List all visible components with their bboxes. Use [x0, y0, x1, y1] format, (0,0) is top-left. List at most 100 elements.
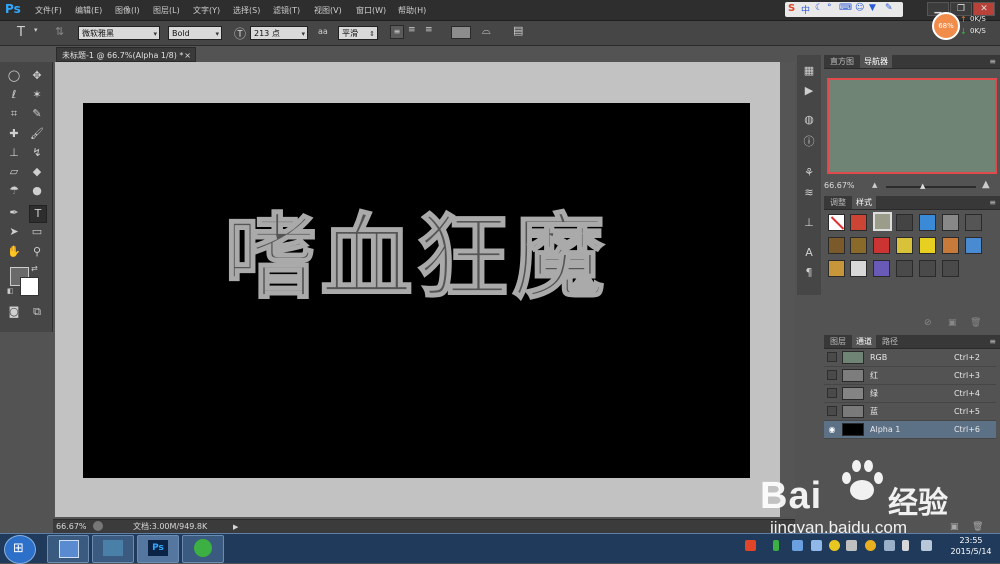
channel-row-blue[interactable]: 蓝 Ctrl+5 [824, 403, 996, 421]
display-tray-icon[interactable] [921, 540, 932, 551]
menu-image[interactable]: 图像(I) [115, 5, 140, 16]
eye-icon[interactable]: ◉ [827, 424, 837, 434]
style-swatch[interactable] [850, 237, 867, 254]
document-canvas[interactable]: 嗜血狂魔 [83, 103, 750, 478]
font-family-select[interactable]: 微软雅黑 ▾ [78, 26, 160, 40]
visibility-toggle[interactable] [827, 406, 837, 416]
tray-icon[interactable] [846, 540, 857, 551]
clone-source-icon[interactable]: ⊥ [801, 215, 817, 231]
blur-tool-icon[interactable]: ☂ [6, 183, 22, 199]
style-swatch[interactable] [850, 260, 867, 277]
eraser-tool-icon[interactable]: ▱ [6, 164, 22, 180]
info-panel-icon[interactable]: ⓘ [801, 134, 817, 150]
hand-tool-icon[interactable]: ✋ [6, 244, 22, 260]
tray-icon[interactable] [884, 540, 895, 551]
zoom-tool-icon[interactable]: ⚲ [29, 244, 45, 260]
style-swatch[interactable] [828, 260, 845, 277]
style-swatch[interactable] [965, 237, 982, 254]
type-tool-preset-icon[interactable]: T [17, 25, 25, 40]
style-swatch-selected[interactable] [873, 212, 892, 231]
align-right-icon[interactable]: ≡ [425, 25, 433, 35]
warp-text-icon[interactable]: ⌓ [482, 24, 491, 38]
pen-tool-icon[interactable]: ✒ [6, 205, 22, 221]
style-swatch-none[interactable] [828, 214, 845, 231]
default-colors-icon[interactable]: ◧ [7, 287, 14, 295]
magic-wand-tool-icon[interactable]: ✶ [29, 87, 45, 103]
style-swatch[interactable] [919, 237, 936, 254]
tab-navigator[interactable]: 导航器 [860, 55, 892, 68]
style-swatch[interactable] [942, 260, 959, 277]
punctuation-icon[interactable]: ° [827, 3, 832, 13]
panel-menu-icon[interactable]: ≡ [985, 196, 1000, 209]
status-info-icon[interactable] [93, 521, 103, 531]
menu-edit[interactable]: 编辑(E) [75, 5, 102, 16]
network-tray-icon[interactable] [792, 540, 803, 551]
channel-row-rgb[interactable]: RGB Ctrl+2 [824, 349, 996, 367]
zoom-slider-handle[interactable]: ▲ [920, 182, 925, 190]
visibility-toggle[interactable] [827, 370, 837, 380]
character-panel-icon[interactable]: A [801, 245, 817, 261]
paint-bucket-tool-icon[interactable]: ◆ [29, 164, 45, 180]
chevron-down-icon[interactable]: ▾ [34, 26, 38, 34]
zoom-out-icon[interactable]: ▲ [872, 181, 877, 189]
zoom-in-icon[interactable]: ▲ [982, 179, 990, 190]
tab-styles[interactable]: 样式 [852, 196, 876, 209]
tab-adjustments[interactable]: 调整 [826, 196, 850, 209]
volume-icon[interactable] [902, 540, 909, 551]
lasso-tool-icon[interactable]: ℓ [6, 87, 22, 103]
tab-layers[interactable]: 图层 [826, 335, 850, 348]
new-style-icon[interactable]: ▣ [948, 318, 957, 328]
navigator-thumbnail[interactable] [827, 78, 997, 174]
crop-tool-icon[interactable]: ⌗ [6, 106, 22, 122]
screen-mode-icon[interactable]: ⧉ [29, 304, 45, 320]
panel-menu-icon[interactable]: ≡ [985, 335, 1000, 348]
font-size-select[interactable]: 213 点 ▾ [250, 26, 308, 40]
style-swatch[interactable] [896, 214, 913, 231]
move-tool-icon[interactable]: ✥ [29, 68, 45, 84]
menu-filter[interactable]: 滤镜(T) [273, 5, 300, 16]
tray-icon[interactable] [811, 540, 822, 551]
visibility-toggle[interactable] [827, 352, 837, 362]
style-swatch[interactable] [873, 260, 890, 277]
background-color-swatch[interactable] [20, 277, 39, 296]
taskbar-app-browser[interactable] [182, 535, 224, 563]
antialias-select[interactable]: 平滑 ⇕ [338, 26, 378, 40]
menu-window[interactable]: 窗口(W) [356, 5, 386, 16]
network-speed-widget[interactable]: 68% ↑ 0K/S ↓ 0K/S [932, 12, 1000, 40]
taskbar-app-media[interactable] [92, 535, 134, 563]
style-swatch[interactable] [942, 214, 959, 231]
brush-panel-icon[interactable]: ≋ [801, 185, 817, 201]
style-swatch[interactable] [942, 237, 959, 254]
clone-stamp-tool-icon[interactable]: ⊥ [6, 145, 22, 161]
style-swatch[interactable] [896, 260, 913, 277]
style-swatch[interactable] [828, 237, 845, 254]
tab-channels[interactable]: 通道 [852, 335, 876, 348]
delete-style-icon[interactable]: 🗑 [970, 318, 981, 328]
properties-panel-icon[interactable]: ◍ [801, 112, 817, 128]
dodge-tool-icon[interactable]: ● [29, 183, 45, 199]
input-method-toolbar[interactable]: S 中 ☾ ° ⌨ ☺ ▼ ✎ [785, 2, 903, 17]
style-swatch[interactable] [965, 214, 982, 231]
style-swatch[interactable] [919, 214, 936, 231]
actions-panel-icon[interactable]: ▶ [801, 83, 817, 99]
align-left-icon[interactable]: ≡ [390, 25, 404, 39]
type-tool-icon[interactable]: T [29, 205, 47, 223]
font-style-select[interactable]: Bold ▾ [168, 26, 222, 40]
style-swatch[interactable] [919, 260, 936, 277]
menu-select[interactable]: 选择(S) [233, 5, 260, 16]
system-clock[interactable]: 23:55 2015/5/14 [944, 535, 998, 557]
visibility-toggle[interactable] [827, 388, 837, 398]
menu-help[interactable]: 帮助(H) [398, 5, 426, 16]
battery-icon[interactable] [773, 540, 779, 551]
clear-style-icon[interactable]: ⊘ [924, 318, 932, 328]
user-icon[interactable]: ☺ [855, 3, 864, 13]
rectangle-tool-icon[interactable]: ▭ [29, 224, 45, 240]
eyedropper-tool-icon[interactable]: ✎ [29, 106, 45, 122]
paragraph-panel-icon[interactable]: ¶ [801, 265, 817, 281]
menu-type[interactable]: 文字(Y) [193, 5, 220, 16]
start-button[interactable]: ⊞ [4, 535, 36, 564]
close-tab-icon[interactable]: × [184, 48, 191, 63]
menu-file[interactable]: 文件(F) [35, 5, 62, 16]
brush-presets-icon[interactable]: ⚘ [801, 165, 817, 181]
panel-menu-icon[interactable]: ≡ [985, 55, 1000, 68]
